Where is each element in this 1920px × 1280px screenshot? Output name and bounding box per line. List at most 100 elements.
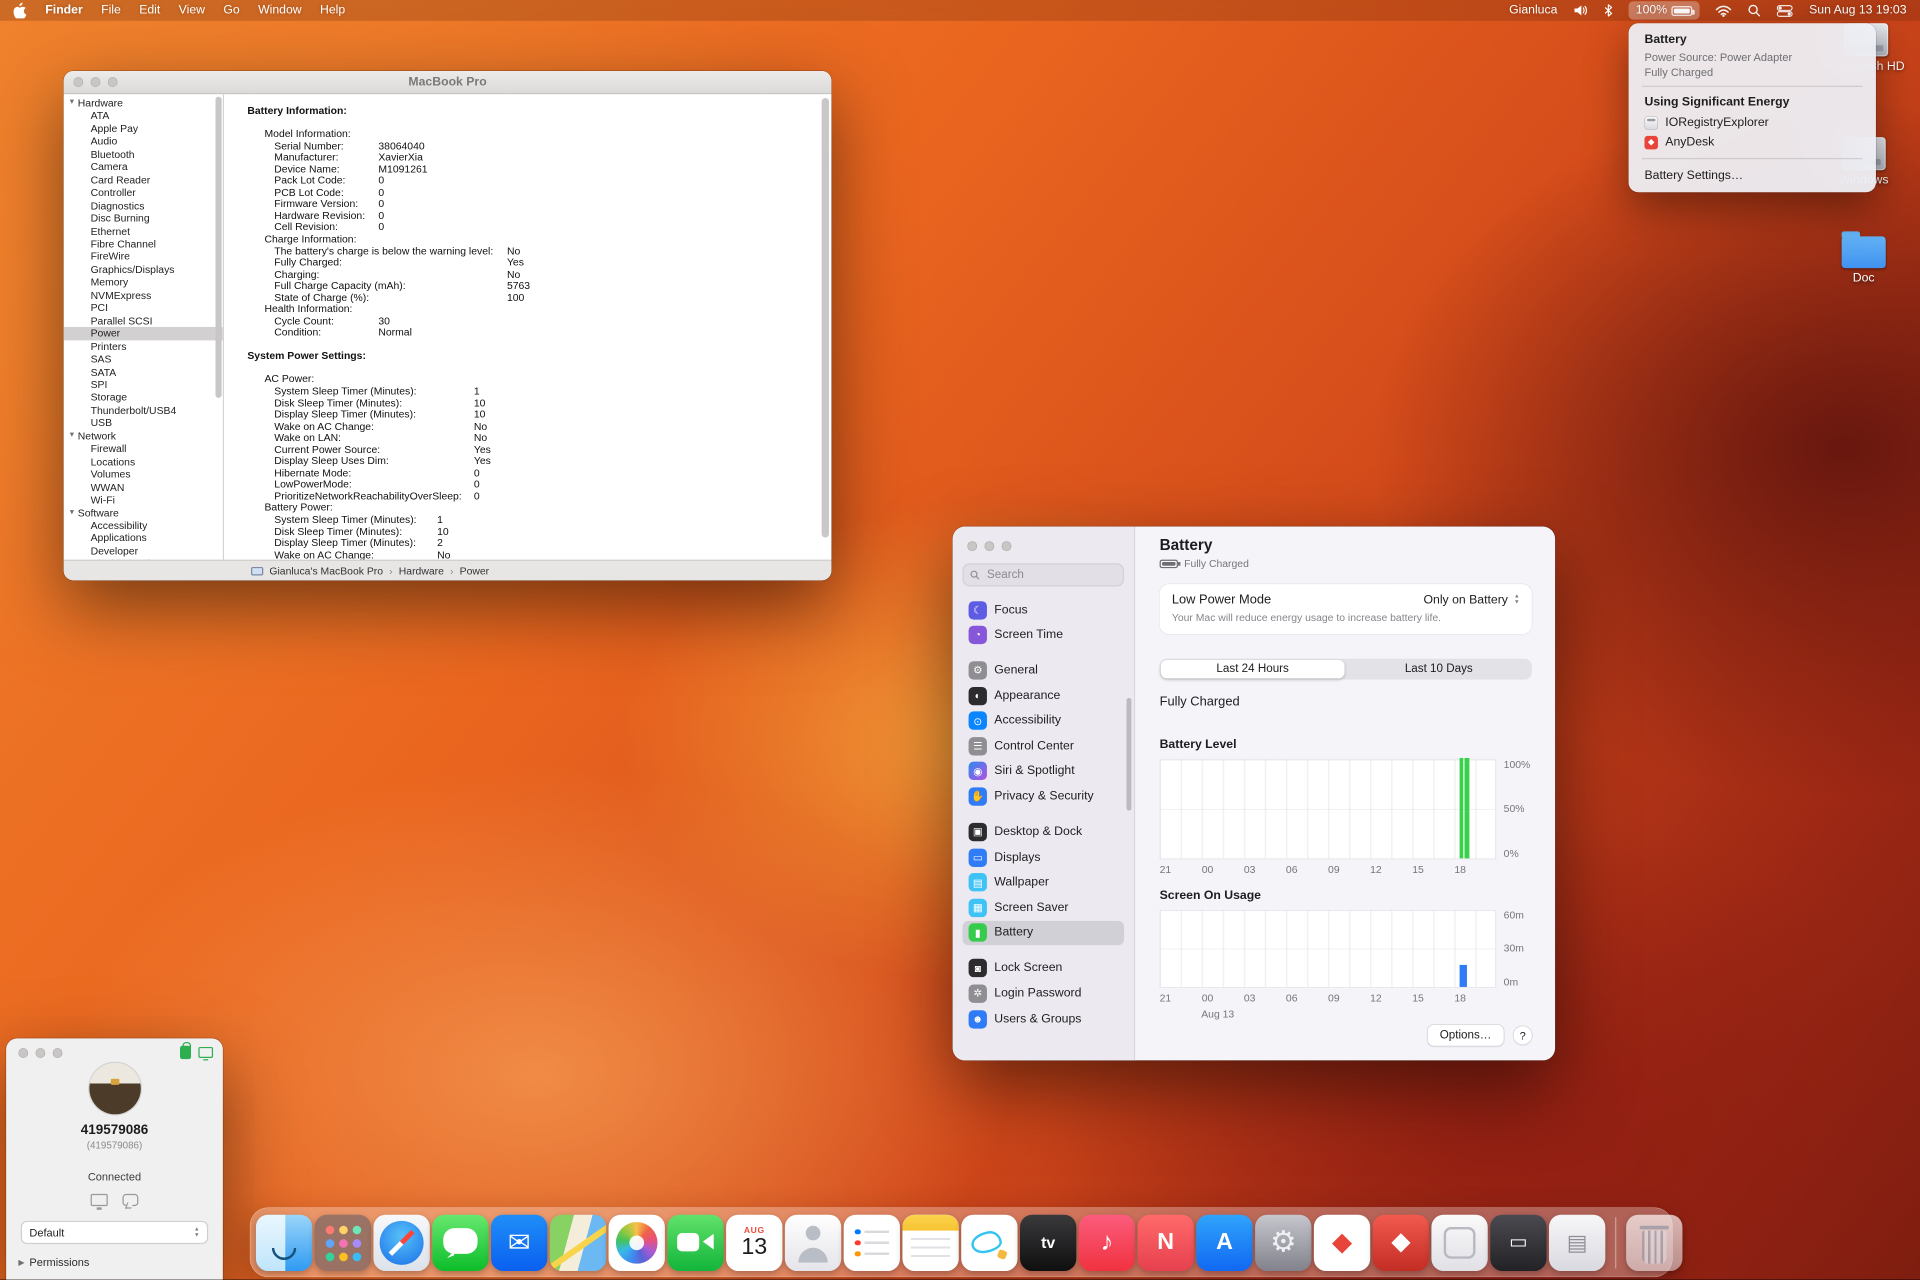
sidebar-item-privacy-security[interactable]: ✋ Privacy & Security <box>962 784 1124 808</box>
system-info-sidebar-item[interactable]: Controller <box>64 186 223 199</box>
system-info-sidebar-item[interactable]: Audio <box>64 135 223 148</box>
system-info-sidebar-item[interactable]: ATA <box>64 110 223 123</box>
volume-icon[interactable] <box>1573 4 1588 17</box>
scrollbar-thumb[interactable] <box>822 98 829 538</box>
zoom-button[interactable] <box>1002 541 1012 551</box>
battery-settings-menu-item[interactable]: Battery Settings… <box>1629 165 1876 185</box>
menu-bar-item[interactable]: Edit <box>139 4 160 17</box>
zoom-button[interactable] <box>53 1048 63 1058</box>
system-info-sidebar-item[interactable]: Locations <box>64 455 223 468</box>
disclosure-triangle-icon[interactable]: ▾ <box>70 430 74 443</box>
remote-app-dock-icon[interactable]: ◆ <box>1373 1214 1429 1270</box>
system-info-sidebar-item[interactable]: Applications <box>64 532 223 545</box>
scrollbar-thumb[interactable] <box>216 97 222 398</box>
system-info-sidebar-item[interactable]: Storage <box>64 391 223 404</box>
tab-last-24-hours[interactable]: Last 24 Hours <box>1161 660 1345 678</box>
system-info-sidebar-item[interactable]: Diagnostics <box>64 199 223 212</box>
system-settings-dock-icon[interactable]: ⚙ <box>1255 1214 1311 1270</box>
system-info-sidebar-item[interactable]: WWAN <box>64 481 223 494</box>
software-section-header[interactable]: ▾ Software <box>64 506 223 519</box>
sidebar-item-screen-saver[interactable]: ▦ Screen Saver <box>962 896 1124 920</box>
chat-icon[interactable] <box>122 1194 138 1206</box>
archive-app-dock-icon[interactable]: ▤ <box>1549 1214 1605 1270</box>
breadcrumb-computer[interactable]: Gianluca's MacBook Pro <box>269 564 383 576</box>
sidebar-item-focus[interactable]: ☾ Focus <box>962 598 1124 622</box>
sidebar-item-battery[interactable]: ▮ Battery <box>962 921 1124 945</box>
sidebar-item-login-password[interactable]: ✲ Login Password <box>962 981 1124 1005</box>
sidebar-item-siri-spotlight[interactable]: ◉ Siri & Spotlight <box>962 759 1124 783</box>
sidebar-item-general[interactable]: ⚙ General <box>962 658 1124 682</box>
light-app-dock-icon[interactable] <box>1431 1214 1487 1270</box>
window-title-bar[interactable]: MacBook Pro <box>64 71 832 94</box>
system-info-sidebar-item[interactable]: Ethernet <box>64 225 223 238</box>
dark-app-dock-icon[interactable]: ▭ <box>1490 1214 1546 1270</box>
help-button[interactable]: ? <box>1513 1026 1531 1044</box>
photos-dock-icon[interactable] <box>609 1214 665 1270</box>
system-info-sidebar-item[interactable]: Card Reader <box>64 174 223 187</box>
contacts-dock-icon[interactable] <box>785 1214 841 1270</box>
system-info-sidebar-item[interactable]: PCI <box>64 302 223 315</box>
breadcrumb-section[interactable]: Hardware <box>399 564 444 576</box>
content-scrollbar[interactable] <box>822 98 829 556</box>
finder-dock-icon[interactable] <box>256 1214 312 1270</box>
profile-dropdown[interactable]: Default ▲▼ <box>22 1222 207 1243</box>
system-info-sidebar-item[interactable]: Power <box>64 327 223 340</box>
active-app-menu[interactable]: Finder <box>45 4 82 17</box>
system-info-sidebar-item[interactable]: NVMExpress <box>64 289 223 302</box>
freeform-dock-icon[interactable] <box>961 1214 1017 1270</box>
settings-search-field[interactable] <box>962 563 1124 586</box>
search-input[interactable] <box>985 567 1117 583</box>
facetime-dock-icon[interactable] <box>667 1214 723 1270</box>
notes-dock-icon[interactable] <box>902 1214 958 1270</box>
sidebar-scrollbar-thumb[interactable] <box>1127 698 1132 811</box>
system-info-sidebar-item[interactable]: Printers <box>64 340 223 353</box>
system-info-sidebar-item[interactable]: Apple Pay <box>64 122 223 135</box>
sidebar-item-lock-screen[interactable]: ◙ Lock Screen <box>962 956 1124 980</box>
system-info-sidebar-item[interactable]: Wi-Fi <box>64 494 223 507</box>
sidebar-item-control-center[interactable]: ☰ Control Center <box>962 734 1124 758</box>
sidebar-item-desktop-dock[interactable]: ▣ Desktop & Dock <box>962 820 1124 844</box>
appstore-dock-icon[interactable]: A <box>1196 1214 1252 1270</box>
minimize-button[interactable] <box>984 541 994 551</box>
system-info-sidebar-item[interactable]: Disabled Software <box>64 558 223 560</box>
sidebar-item-wallpaper[interactable]: ▤ Wallpaper <box>962 870 1124 894</box>
system-info-sidebar-item[interactable]: Thunderbolt/USB4 <box>64 404 223 417</box>
bluetooth-icon[interactable] <box>1604 4 1613 17</box>
sidebar-scrollbar[interactable] <box>216 97 222 557</box>
close-button[interactable] <box>967 541 977 551</box>
system-info-sidebar-item[interactable]: Accessibility <box>64 519 223 532</box>
music-dock-icon[interactable]: ♪ <box>1079 1214 1135 1270</box>
wifi-icon[interactable] <box>1716 4 1732 16</box>
remote-screen-icon[interactable] <box>198 1047 213 1058</box>
disclosure-triangle-icon[interactable]: ▾ <box>70 506 74 519</box>
launchpad-dock-icon[interactable] <box>315 1214 371 1270</box>
spotlight-search-icon[interactable] <box>1748 4 1761 17</box>
breadcrumb-page[interactable]: Power <box>460 564 490 576</box>
system-info-sidebar-item[interactable]: Volumes <box>64 468 223 481</box>
menu-bar-item[interactable]: Help <box>320 4 345 17</box>
doc-folder-icon[interactable]: Doc <box>1821 236 1907 285</box>
system-info-sidebar-item[interactable]: Firewall <box>64 442 223 455</box>
menu-bar-item[interactable]: Window <box>258 4 302 17</box>
system-info-sidebar-item[interactable]: USB <box>64 417 223 430</box>
menu-bar-item[interactable]: View <box>179 4 205 17</box>
secure-connection-icon[interactable] <box>180 1046 191 1059</box>
system-info-sidebar-item[interactable]: Disc Burning <box>64 212 223 225</box>
sidebar-item-accessibility[interactable]: ⊙ Accessibility <box>962 709 1124 733</box>
sidebar-item-appearance[interactable]: ◐ Appearance <box>962 683 1124 707</box>
mail-dock-icon[interactable]: ✉ <box>491 1214 547 1270</box>
system-info-sidebar-item[interactable]: Graphics/Displays <box>64 263 223 276</box>
control-center-icon[interactable] <box>1777 4 1793 16</box>
close-button[interactable] <box>18 1048 28 1058</box>
tv-dock-icon[interactable]: tv <box>1020 1214 1076 1270</box>
anydesk-menu-item[interactable]: AnyDesk <box>1629 132 1876 152</box>
disclosure-triangle-icon[interactable]: ▾ <box>70 97 74 110</box>
system-info-sidebar-item[interactable]: Camera <box>64 161 223 174</box>
low-power-mode-select[interactable]: Only on Battery ▲▼ <box>1424 593 1520 606</box>
apple-menu-icon[interactable] <box>13 2 26 18</box>
system-info-sidebar-item[interactable]: SATA <box>64 366 223 379</box>
trash-dock-icon[interactable] <box>1626 1214 1682 1270</box>
system-info-sidebar-item[interactable]: Memory <box>64 276 223 289</box>
system-info-sidebar-item[interactable]: FireWire <box>64 250 223 263</box>
fast-user-switching-item[interactable]: Gianluca <box>1509 4 1557 17</box>
